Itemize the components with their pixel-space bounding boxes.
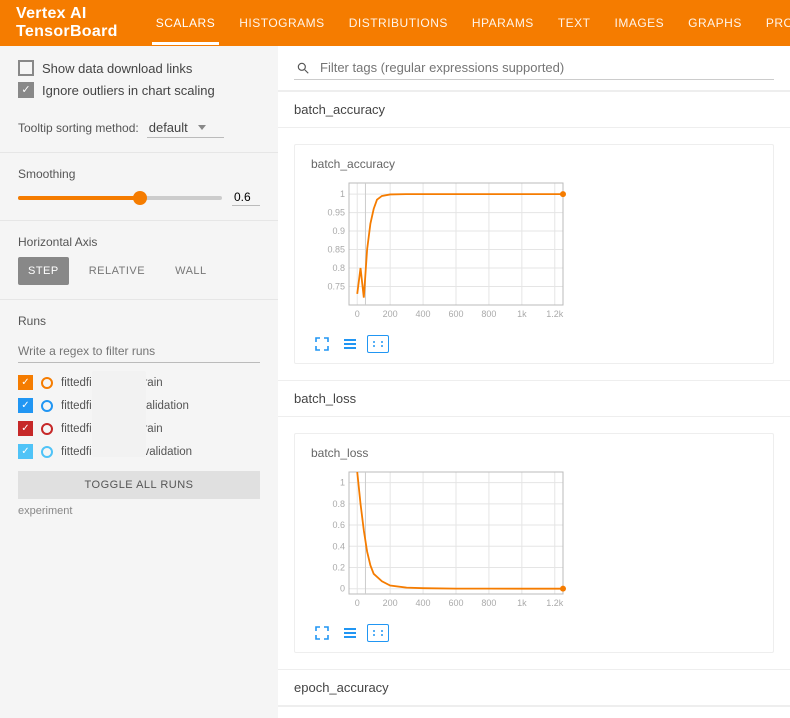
svg-text:0.75: 0.75 bbox=[327, 282, 345, 292]
horizontal-axis-label: Horizontal Axis bbox=[18, 235, 260, 249]
chart-batch-accuracy[interactable]: 0.75 0.8 0.85 0.9 0.95 1 0 200 400 600 800 1k 1.2k bbox=[311, 177, 571, 327]
fit-icon[interactable] bbox=[367, 624, 389, 642]
tab-graphs[interactable]: GRAPHS bbox=[678, 2, 752, 44]
svg-text:800: 800 bbox=[481, 598, 496, 608]
panel-epoch-loss[interactable]: epoch_loss bbox=[278, 706, 790, 718]
svg-text:600: 600 bbox=[448, 309, 463, 319]
svg-text:0.4: 0.4 bbox=[332, 541, 345, 551]
svg-text:800: 800 bbox=[481, 309, 496, 319]
run-checkbox[interactable]: ✓ bbox=[18, 398, 33, 413]
tooltip-sort-label: Tooltip sorting method: bbox=[18, 121, 139, 135]
chart-batch-loss[interactable]: 0 0.2 0.4 0.6 0.8 1 0 200 400 600 800 1k 1.2k bbox=[311, 466, 571, 616]
svg-text:0.2: 0.2 bbox=[332, 562, 345, 572]
axis-btn-relative[interactable]: RELATIVE bbox=[79, 257, 155, 285]
run-checkbox[interactable]: ✓ bbox=[18, 375, 33, 390]
svg-text:600: 600 bbox=[448, 598, 463, 608]
fit-icon[interactable] bbox=[367, 335, 389, 353]
card-title-batch-accuracy: batch_accuracy bbox=[311, 157, 757, 171]
tab-histograms[interactable]: HISTOGRAMS bbox=[229, 2, 334, 44]
ignore-outliers-label: Ignore outliers in chart scaling bbox=[42, 83, 215, 98]
card-title-batch-loss: batch_loss bbox=[311, 446, 757, 460]
top-tabs: SCALARSHISTOGRAMSDISTRIBUTIONSHPARAMSTEX… bbox=[146, 2, 790, 44]
svg-text:1.2k: 1.2k bbox=[546, 309, 564, 319]
fullscreen-icon[interactable] bbox=[311, 335, 333, 353]
run-color-swatch bbox=[41, 423, 53, 435]
tab-hparams[interactable]: HPARAMS bbox=[462, 2, 544, 44]
ignore-outliers-checkbox[interactable]: ✓ Ignore outliers in chart scaling bbox=[18, 82, 260, 98]
smoothing-label: Smoothing bbox=[18, 167, 260, 181]
tab-text[interactable]: TEXT bbox=[548, 2, 601, 44]
tag-filter[interactable] bbox=[294, 56, 774, 80]
svg-text:0.8: 0.8 bbox=[332, 263, 345, 273]
axis-btn-wall[interactable]: WALL bbox=[165, 257, 217, 285]
card-batch-accuracy: batch_accuracy 0.75 0.8 0.85 0.9 0.95 1 0 200 40… bbox=[294, 144, 774, 364]
run-color-swatch bbox=[41, 377, 53, 389]
svg-text:0.95: 0.95 bbox=[327, 208, 345, 218]
svg-text:200: 200 bbox=[383, 309, 398, 319]
svg-text:1: 1 bbox=[340, 189, 345, 199]
experiment-label: experiment bbox=[18, 505, 260, 517]
horizontal-axis-group: STEP RELATIVE WALL bbox=[18, 257, 260, 285]
search-icon bbox=[296, 61, 310, 75]
tab-scalars[interactable]: SCALARS bbox=[146, 2, 226, 44]
panel-epoch-accuracy[interactable]: epoch_accuracy bbox=[278, 669, 790, 706]
svg-text:1k: 1k bbox=[517, 309, 527, 319]
tab-profile[interactable]: PROFILE bbox=[756, 2, 790, 44]
show-download-label: Show data download links bbox=[42, 61, 192, 76]
smoothing-input[interactable] bbox=[232, 189, 260, 206]
smoothing-slider[interactable] bbox=[18, 196, 222, 200]
redacted-region bbox=[92, 371, 146, 457]
svg-text:0.85: 0.85 bbox=[327, 245, 345, 255]
card-batch-loss: batch_loss 0 0.2 0.4 0.6 0.8 1 0 200 400 600 800 1k… bbox=[294, 433, 774, 653]
list-icon[interactable] bbox=[339, 335, 361, 353]
brand: Vertex AI TensorBoard bbox=[16, 5, 118, 41]
svg-text:0.8: 0.8 bbox=[332, 499, 345, 509]
tag-filter-input[interactable] bbox=[318, 59, 772, 76]
list-icon[interactable] bbox=[339, 624, 361, 642]
tab-distributions[interactable]: DISTRIBUTIONS bbox=[339, 2, 458, 44]
svg-text:0: 0 bbox=[355, 309, 360, 319]
sidebar: Show data download links ✓ Ignore outlie… bbox=[0, 46, 278, 718]
panel-batch-loss[interactable]: batch_loss bbox=[278, 380, 790, 417]
topbar: Vertex AI TensorBoard SCALARSHISTOGRAMSD… bbox=[0, 0, 790, 46]
show-download-links-checkbox[interactable]: Show data download links bbox=[18, 60, 260, 76]
svg-text:1.2k: 1.2k bbox=[546, 598, 564, 608]
svg-text:1k: 1k bbox=[517, 598, 527, 608]
svg-text:200: 200 bbox=[383, 598, 398, 608]
main-area: batch_accuracy batch_accuracy 0.75 0.8 0.8… bbox=[278, 46, 790, 718]
axis-btn-step[interactable]: STEP bbox=[18, 257, 69, 285]
svg-text:400: 400 bbox=[416, 598, 431, 608]
fullscreen-icon[interactable] bbox=[311, 624, 333, 642]
run-color-swatch bbox=[41, 400, 53, 412]
svg-text:0.6: 0.6 bbox=[332, 520, 345, 530]
tooltip-sort-select[interactable]: default bbox=[147, 118, 224, 138]
svg-text:0: 0 bbox=[355, 598, 360, 608]
tooltip-sort-value: default bbox=[149, 120, 188, 135]
panel-batch-accuracy[interactable]: batch_accuracy bbox=[278, 91, 790, 128]
runs-filter-input[interactable] bbox=[18, 340, 260, 363]
run-checkbox[interactable]: ✓ bbox=[18, 444, 33, 459]
tab-images[interactable]: IMAGES bbox=[604, 2, 674, 44]
runs-list: ✓fittedfi -165034/train✓fittedfi -165034… bbox=[18, 371, 260, 463]
svg-text:400: 400 bbox=[416, 309, 431, 319]
run-checkbox[interactable]: ✓ bbox=[18, 421, 33, 436]
svg-text:1: 1 bbox=[340, 478, 345, 488]
runs-label: Runs bbox=[18, 314, 260, 328]
svg-text:0.9: 0.9 bbox=[332, 226, 345, 236]
svg-text:0: 0 bbox=[340, 584, 345, 594]
toggle-all-runs-button[interactable]: TOGGLE ALL RUNS bbox=[18, 471, 260, 499]
run-color-swatch bbox=[41, 446, 53, 458]
